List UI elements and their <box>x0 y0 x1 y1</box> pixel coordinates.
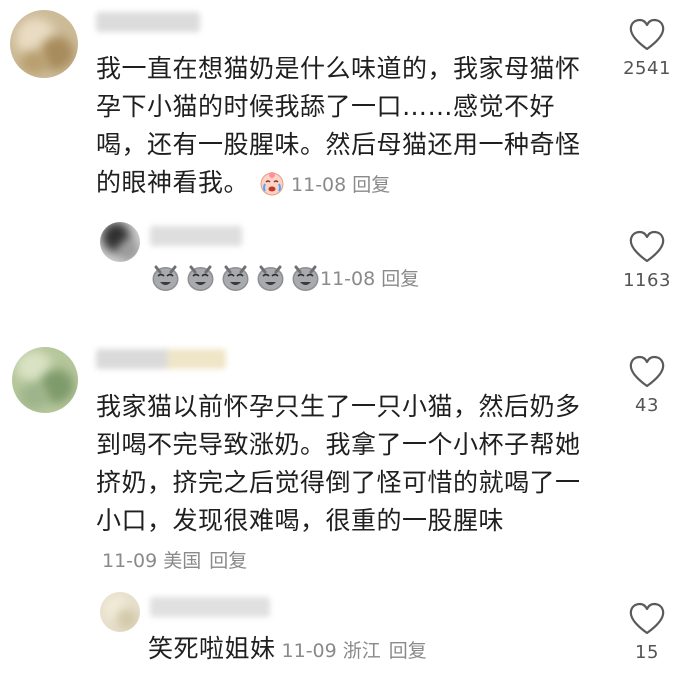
username-blurred[interactable] <box>96 349 226 369</box>
like-button[interactable]: 15 <box>619 602 675 663</box>
reply-date: 11-09 <box>281 640 337 662</box>
reply-button[interactable]: 回复 <box>381 268 419 290</box>
heart-icon <box>629 18 665 51</box>
username-blurred[interactable] <box>150 597 270 617</box>
avatar[interactable] <box>10 10 78 78</box>
heart-icon <box>629 355 665 388</box>
laughing-sticker-icon <box>187 265 214 291</box>
heart-icon <box>629 230 665 263</box>
like-button[interactable]: 2541 <box>619 18 675 79</box>
like-button[interactable]: 43 <box>619 355 675 416</box>
reply-meta: 11-09 浙江 回复 <box>276 640 427 662</box>
avatar[interactable] <box>12 347 78 413</box>
reply-button[interactable]: 回复 <box>389 640 427 662</box>
comment-meta: 11-08 回复 <box>285 174 390 196</box>
comment-meta: 11-09 美国 回复 <box>96 550 247 572</box>
laughing-sticker-icon <box>222 265 249 291</box>
like-count: 2541 <box>623 58 671 79</box>
username-blurred[interactable] <box>150 226 242 246</box>
username-blurred[interactable] <box>96 12 200 32</box>
avatar[interactable] <box>100 592 140 632</box>
reply-meta: 11-08 回复 <box>314 264 419 291</box>
reply-button[interactable]: 回复 <box>209 550 247 572</box>
comment-date: 11-09 <box>102 550 158 572</box>
heart-icon <box>629 602 665 635</box>
comment-text: 我一直在想猫奶是什么味道的，我家母猫怀孕下小猫的时候我舔了一口……感觉不好喝，还… <box>96 54 581 197</box>
crying-face-icon <box>260 172 284 196</box>
comment-list: 我一直在想猫奶是什么味道的，我家母猫怀孕下小猫的时候我舔了一口……感觉不好喝，还… <box>0 0 690 687</box>
laughing-sticker-icon <box>257 265 284 291</box>
reply-button[interactable]: 回复 <box>352 174 390 196</box>
comment-text: 我家猫以前怀孕只生了一只小猫，然后奶多到喝不完导致涨奶。我拿了一个小杯子帮她挤奶… <box>96 392 581 572</box>
reply-content: 笑死啦姐妹 11-09 浙江 回复 <box>148 630 427 668</box>
like-count: 1163 <box>623 270 671 291</box>
reply-text: 笑死啦姐妹 <box>148 634 276 663</box>
sticker-row <box>150 261 321 292</box>
comment-location: 美国 <box>163 550 202 572</box>
reply-date: 11-08 <box>320 268 376 290</box>
comment-date: 11-08 <box>291 174 347 196</box>
like-count: 43 <box>635 395 659 416</box>
avatar[interactable] <box>100 222 140 262</box>
like-count: 15 <box>635 642 659 663</box>
laughing-sticker-icon <box>152 265 179 291</box>
reply-location: 浙江 <box>342 640 381 662</box>
like-button[interactable]: 1163 <box>619 230 675 291</box>
